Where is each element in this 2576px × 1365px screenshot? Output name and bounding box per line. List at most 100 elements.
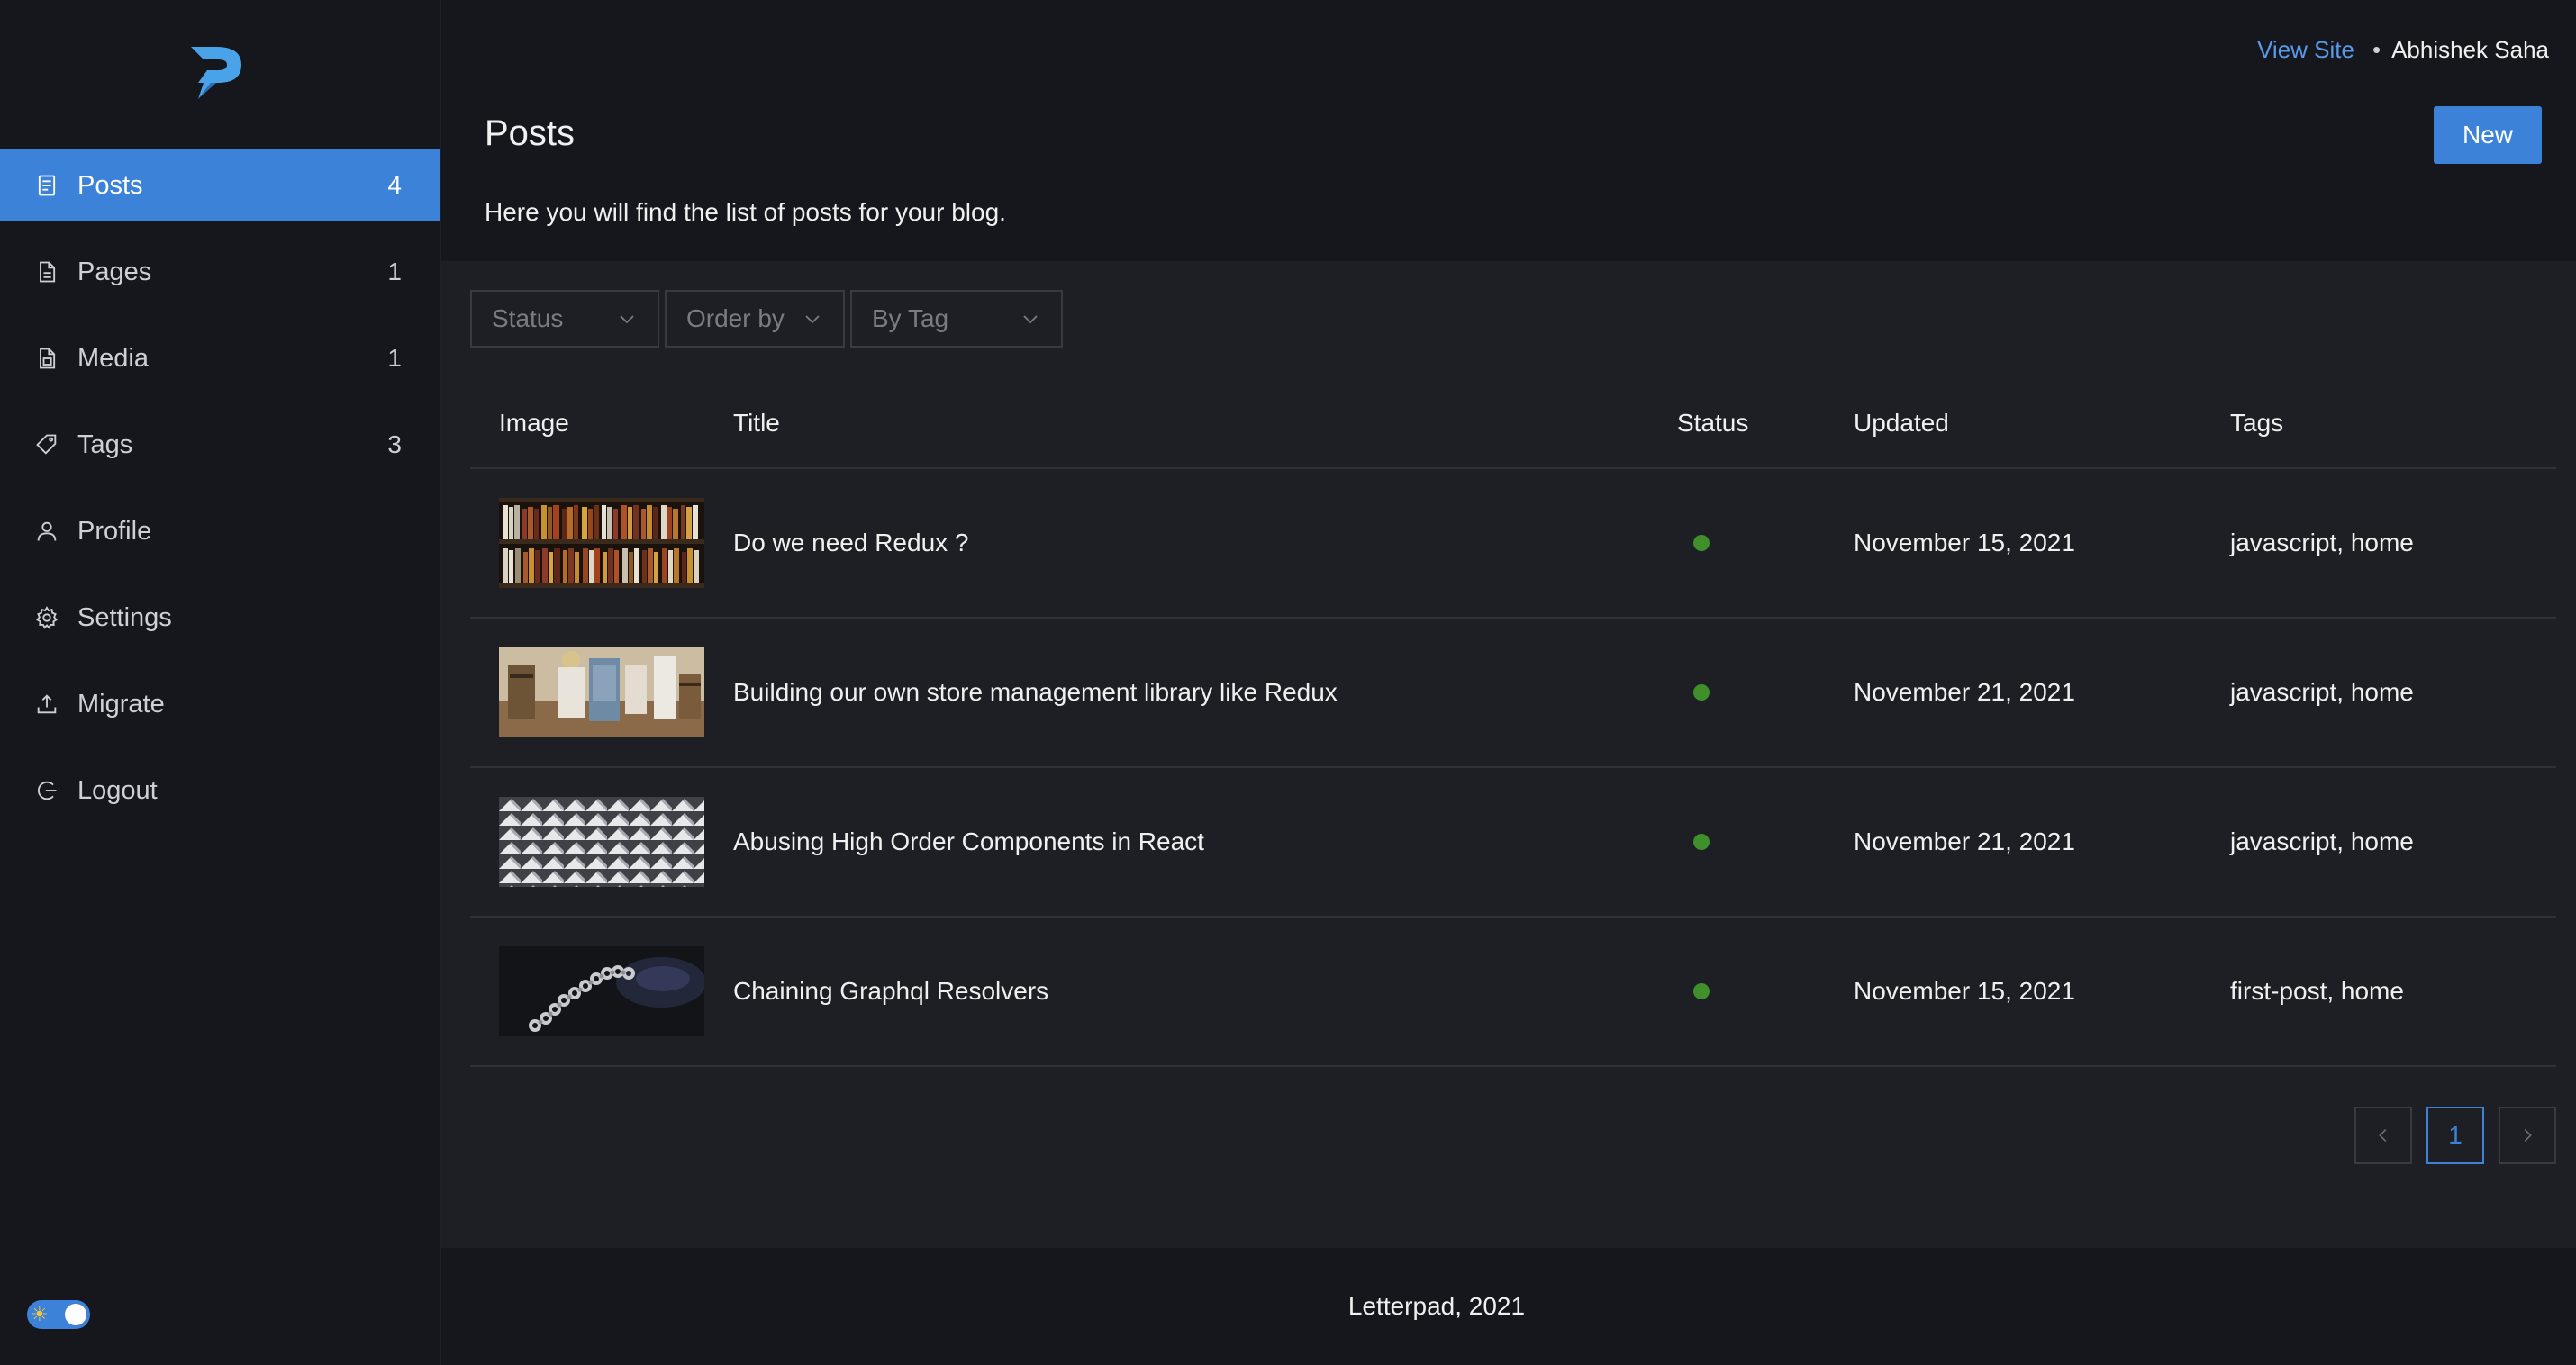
sidebar-item-tags[interactable]: Tags 3: [0, 409, 440, 481]
media-icon: [34, 345, 61, 372]
published-status-dot: [1693, 684, 1710, 701]
status-filter-label: Status: [492, 304, 564, 332]
table-row[interactable]: Abusing High Order Components in React N…: [470, 767, 2556, 918]
sidebar: Posts 4 Pages 1 Media 1 Tags 3 Profile S…: [0, 0, 441, 1365]
table-row[interactable]: Building our own store management librar…: [470, 618, 2556, 768]
post-image-cell: [470, 618, 733, 768]
tag-filter[interactable]: By Tag: [850, 290, 1063, 348]
published-status-dot: [1693, 983, 1710, 999]
post-title[interactable]: Chaining Graphql Resolvers: [733, 917, 1677, 1067]
sidebar-menu: Posts 4 Pages 1 Media 1 Tags 3 Profile S…: [0, 149, 440, 827]
view-site-link[interactable]: View Site: [2257, 36, 2354, 64]
next-page-button[interactable]: [2499, 1107, 2556, 1164]
content-area: Status Order by By Tag Image Title Statu…: [441, 261, 2576, 1248]
post-thumbnail-bookshelf: [499, 498, 704, 588]
new-post-button[interactable]: New: [2434, 106, 2542, 164]
table-row[interactable]: Chaining Graphql Resolvers November 15, …: [470, 917, 2556, 1067]
sidebar-item-label: Profile: [77, 516, 152, 546]
post-image-cell: [470, 917, 733, 1067]
column-header-image: Image: [470, 378, 733, 469]
post-thumbnail-chain: [499, 946, 704, 1036]
post-status-cell: [1677, 917, 1854, 1067]
post-thumbnail-pattern: [499, 797, 704, 887]
chevron-right-icon: [2524, 1128, 2532, 1143]
column-header-title: Title: [733, 378, 1677, 469]
tag-icon: [34, 431, 61, 458]
topbar: View Site • Abhishek Saha: [441, 0, 2576, 104]
sidebar-item-count: 3: [387, 430, 402, 458]
posts-icon: [34, 172, 61, 199]
table-header-row: Image Title Status Updated Tags: [470, 378, 2556, 469]
post-image-cell: [470, 767, 733, 918]
sidebar-item-migrate[interactable]: Migrate: [0, 668, 440, 740]
letterpad-logo-icon: [191, 47, 241, 99]
tag-filter-label: By Tag: [872, 304, 949, 332]
post-thumbnail-store: [499, 647, 704, 737]
chevron-down-icon: [805, 315, 820, 324]
sidebar-item-logout[interactable]: Logout: [0, 755, 440, 827]
upload-icon: [34, 691, 61, 718]
published-status-dot: [1693, 834, 1710, 850]
sidebar-item-label: Tags: [77, 429, 133, 459]
status-filter[interactable]: Status: [470, 290, 659, 348]
sidebar-item-profile[interactable]: Profile: [0, 495, 440, 567]
toggle-knob: [65, 1304, 86, 1325]
sidebar-item-label: Pages: [77, 257, 152, 286]
sidebar-item-media[interactable]: Media 1: [0, 322, 440, 394]
post-tags: javascript, home: [2230, 468, 2556, 619]
user-icon: [34, 518, 61, 545]
username[interactable]: Abhishek Saha: [2391, 36, 2549, 64]
post-title[interactable]: Abusing High Order Components in React: [733, 767, 1677, 918]
chevron-down-icon: [620, 315, 634, 324]
post-status-cell: [1677, 468, 1854, 619]
post-updated: November 21, 2021: [1854, 618, 2230, 768]
sidebar-item-count: 1: [387, 258, 402, 285]
gear-icon: [34, 604, 61, 631]
footer: Letterpad, 2021: [441, 1248, 2576, 1365]
post-image-cell: [470, 468, 733, 619]
post-title[interactable]: Building our own store management librar…: [733, 618, 1677, 768]
logout-icon: [34, 777, 61, 804]
published-status-dot: [1693, 535, 1710, 551]
post-title[interactable]: Do we need Redux ?: [733, 468, 1677, 619]
sidebar-item-posts[interactable]: Posts 4: [0, 149, 440, 221]
page-number-button[interactable]: 1: [2426, 1107, 2484, 1164]
pages-icon: [34, 258, 61, 285]
post-tags: first-post, home: [2230, 917, 2556, 1067]
sidebar-item-label: Settings: [77, 602, 172, 632]
post-updated: November 21, 2021: [1854, 767, 2230, 918]
column-header-status: Status: [1677, 378, 1854, 469]
page-title: Posts: [485, 113, 576, 153]
order-by-filter[interactable]: Order by: [665, 290, 845, 348]
chevron-left-icon: [2379, 1128, 2387, 1143]
post-tags: javascript, home: [2230, 618, 2556, 768]
sidebar-item-label: Media: [77, 343, 149, 373]
prev-page-button[interactable]: [2354, 1107, 2412, 1164]
app-root: Posts 4 Pages 1 Media 1 Tags 3 Profile S…: [0, 0, 2576, 1365]
post-status-cell: [1677, 618, 1854, 768]
post-status-cell: [1677, 767, 1854, 918]
column-header-updated: Updated: [1854, 378, 2230, 469]
sidebar-item-count: 1: [387, 344, 402, 372]
order-by-filter-label: Order by: [686, 304, 785, 332]
page-description: Here you will find the list of posts for…: [485, 198, 1006, 226]
posts-table: Image Title Status Updated Tags Do we ne…: [470, 378, 2556, 1067]
sidebar-item-count: 4: [387, 171, 402, 199]
topbar-separator: •: [2372, 36, 2381, 63]
sun-icon: ☀: [31, 1303, 49, 1325]
table-row[interactable]: Do we need Redux ? November 15, 2021 jav…: [470, 468, 2556, 619]
sidebar-item-label: Posts: [77, 170, 143, 200]
post-updated: November 15, 2021: [1854, 468, 2230, 619]
sidebar-item-settings[interactable]: Settings: [0, 582, 440, 654]
theme-toggle[interactable]: ☀: [27, 1300, 90, 1329]
chevron-down-icon: [1023, 315, 1038, 324]
main-area: View Site • Abhishek Saha Posts New Here…: [441, 0, 2576, 1365]
footer-text: Letterpad, 2021: [1347, 1292, 1526, 1320]
logo[interactable]: [0, 0, 440, 149]
pagination: 1: [2354, 1107, 2556, 1164]
filters-bar: Status Order by By Tag: [470, 290, 2556, 348]
column-header-tags: Tags: [2230, 378, 2556, 469]
sidebar-item-pages[interactable]: Pages 1: [0, 236, 440, 308]
sidebar-item-label: Logout: [77, 775, 158, 805]
page-header: Posts New Here you will find the list of…: [441, 104, 2576, 261]
